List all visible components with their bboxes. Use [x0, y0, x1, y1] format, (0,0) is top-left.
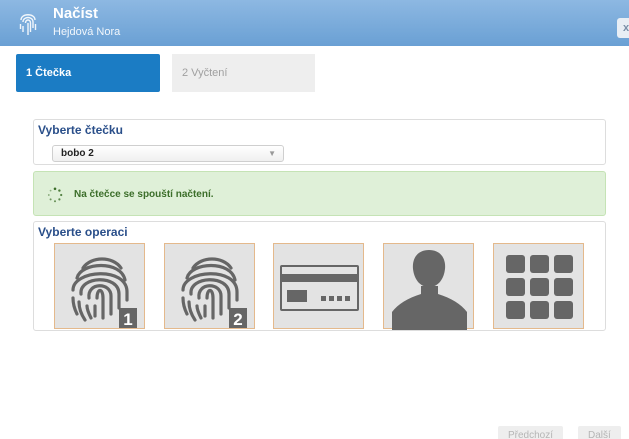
operation-fingerprint-2[interactable]: 2 — [164, 243, 255, 329]
operation-grid[interactable] — [493, 243, 584, 329]
reader-heading: Vyberte čtečku — [38, 123, 123, 137]
badge-number: 1 — [123, 310, 132, 329]
tab-label: 2 Vyčtení — [182, 67, 228, 79]
window-title: Načíst — [53, 5, 99, 22]
close-icon: x — [622, 22, 629, 34]
next-button[interactable]: Další — [578, 426, 621, 439]
operation-card[interactable] — [273, 243, 364, 329]
reader-panel: Vyberte čtečku bobo 2 ▼ — [33, 119, 606, 165]
operation-person[interactable] — [383, 243, 474, 330]
operations-heading: Vyberte operaci — [38, 225, 128, 239]
badge-number: 2 — [233, 310, 242, 329]
card-icon — [280, 265, 359, 311]
chevron-down-icon: ▼ — [268, 149, 276, 158]
reader-select[interactable]: bobo 2 ▼ — [52, 145, 284, 162]
person-icon — [392, 250, 467, 330]
reader-select-value: bobo 2 — [61, 148, 94, 159]
fingerprint-icon: 1 — [71, 257, 137, 329]
tab-reader[interactable]: 1 Čtečka — [16, 54, 160, 92]
tab-readout[interactable]: 2 Vyčtení — [172, 54, 315, 92]
tab-label: 1 Čtečka — [26, 67, 72, 79]
fingerprint-icon: 2 — [181, 257, 247, 329]
operations-panel: Vyberte operaci 1 2 — [33, 221, 606, 331]
operation-fingerprint-1[interactable]: 1 — [54, 243, 145, 329]
status-message: Na čtečce se spouští načtení. — [74, 189, 214, 200]
previous-button[interactable]: Předchozí — [498, 426, 564, 439]
window-subtitle: Hejdová Nora — [53, 26, 121, 38]
grid-icon — [506, 255, 573, 319]
close-button[interactable]: x — [617, 18, 629, 38]
status-alert: Na čtečce se spouští načtení. — [33, 171, 606, 216]
fingerprint-logo-icon — [19, 14, 37, 35]
spinner-icon — [47, 187, 63, 203]
title-bar: Načíst Hejdová Nora x — [0, 0, 629, 46]
